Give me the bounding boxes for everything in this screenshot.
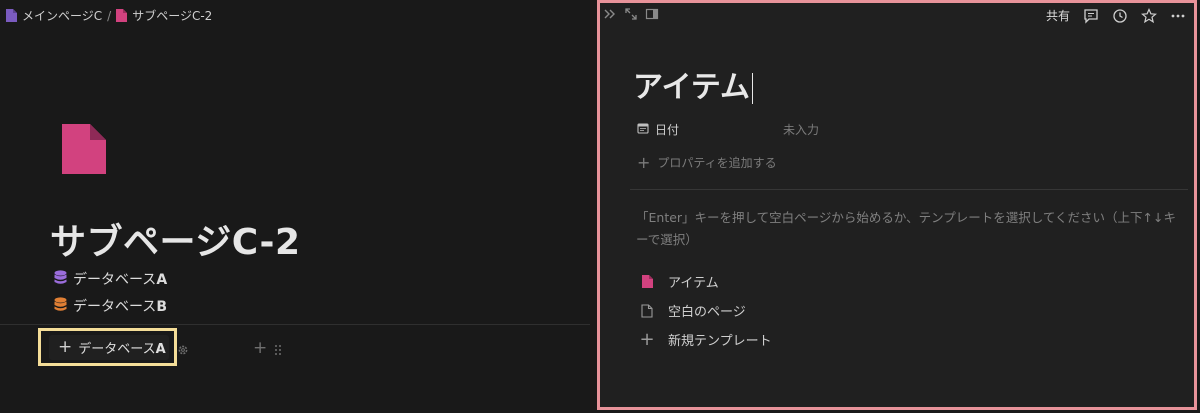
page-title[interactable]: サブページC-2	[50, 213, 301, 265]
add-property-label: プロパティを追加する	[657, 156, 777, 170]
database-label: データベース	[73, 272, 157, 288]
database-tab-label-suffix: A	[155, 342, 166, 357]
item-title-input[interactable]: アイテム	[633, 62, 753, 106]
linked-database-b[interactable]: データベースB	[54, 296, 167, 316]
template-hint-text: 「Enter」キーを押して空白ページから始めるか、テンプレートを選択してください…	[636, 210, 1177, 247]
template-label: 新規テンプレート	[668, 334, 772, 349]
database-label-suffix: A	[156, 272, 168, 288]
database-icon	[54, 269, 67, 289]
breadcrumb-separator: /	[107, 8, 112, 23]
template-item-blank-page[interactable]: 空白のページ	[640, 301, 746, 320]
more-icon[interactable]	[1170, 8, 1186, 24]
text-cursor	[752, 73, 753, 104]
close-peek-icon[interactable]	[603, 7, 617, 21]
template-item-new-template[interactable]: + 新規テンプレート	[639, 328, 772, 350]
template-label: アイテム	[668, 276, 719, 291]
peek-toolbar	[603, 7, 659, 21]
property-name-label: 日付	[655, 123, 680, 137]
page-icon	[6, 9, 17, 22]
divider	[630, 189, 1188, 190]
blank-page-icon	[640, 303, 654, 318]
breadcrumb-label: サブページC-2	[132, 9, 213, 23]
side-peek-panel: 共有 アイテム 日付 未入力 + プロパティを追加する 「Enter」キーを押し…	[597, 0, 1197, 410]
calendar-icon	[637, 122, 649, 137]
comment-icon[interactable]	[1083, 8, 1099, 24]
breadcrumb-label: メインページC	[22, 9, 103, 23]
main-page-pane: メインページC / サブページC-2 サブページC-2 データベースA データベ…	[0, 0, 590, 413]
star-icon[interactable]	[1141, 7, 1157, 24]
add-property-button[interactable]: + プロパティを追加する	[637, 153, 777, 172]
page-icon	[640, 275, 654, 288]
drag-handle-icon[interactable]	[274, 341, 282, 360]
database-icon	[54, 296, 67, 316]
database-label: データベース	[73, 299, 157, 315]
item-title-text: アイテム	[633, 70, 750, 105]
page-icon	[116, 9, 128, 22]
database-view-tab[interactable]: + データベースA	[49, 335, 169, 360]
property-value-empty[interactable]: 未入力	[783, 121, 819, 138]
page-icon[interactable]	[62, 124, 106, 178]
divider	[0, 324, 590, 325]
plus-icon: +	[58, 337, 73, 357]
gear-icon[interactable]	[177, 341, 189, 360]
breadcrumb-item-sub[interactable]: サブページC-2	[116, 7, 212, 24]
database-label-suffix: B	[156, 299, 167, 315]
template-label: 空白のページ	[668, 305, 746, 320]
side-peek-mode-icon[interactable]	[645, 7, 659, 21]
template-item-item[interactable]: アイテム	[640, 272, 719, 291]
plus-icon: +	[637, 153, 651, 172]
expand-icon[interactable]	[624, 7, 638, 21]
peek-actions: 共有	[1046, 7, 1186, 24]
breadcrumb-item-main[interactable]: メインページC	[6, 7, 102, 24]
share-button[interactable]: 共有	[1046, 7, 1070, 24]
linked-database-a[interactable]: データベースA	[54, 269, 167, 289]
property-row-date: 日付 未入力	[637, 121, 1037, 138]
add-view-button[interactable]: +	[253, 338, 267, 358]
breadcrumb: メインページC / サブページC-2	[6, 7, 212, 24]
plus-icon: +	[639, 328, 655, 350]
database-tab-label: データベース	[78, 342, 156, 357]
property-name[interactable]: 日付	[637, 121, 783, 138]
history-icon[interactable]	[1112, 8, 1128, 24]
